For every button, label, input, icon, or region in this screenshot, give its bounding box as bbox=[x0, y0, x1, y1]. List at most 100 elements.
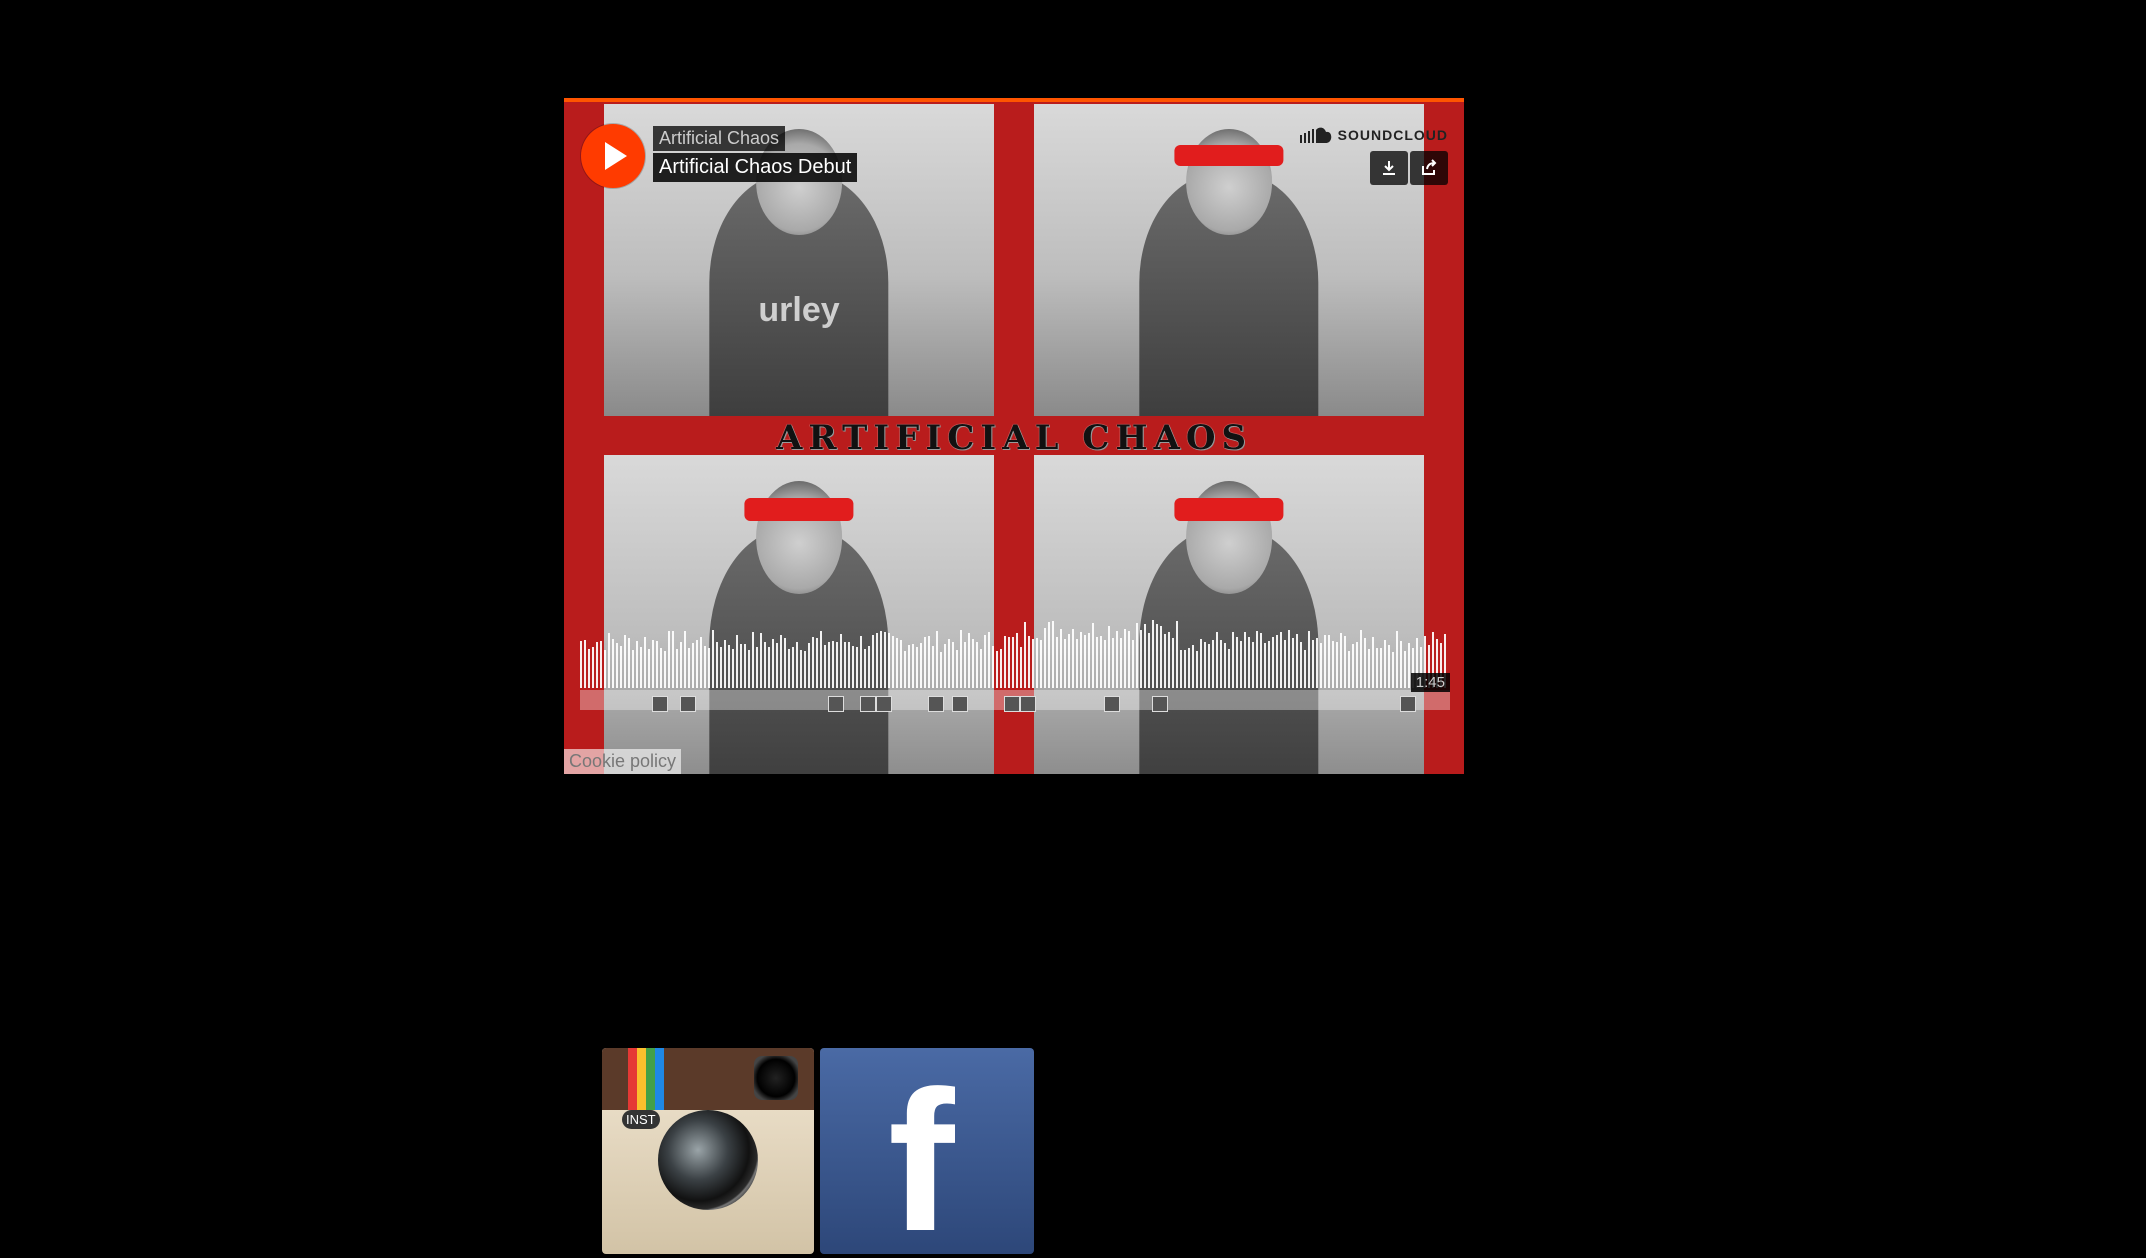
waveform-bar bbox=[728, 645, 730, 688]
waveform-bar bbox=[1172, 638, 1174, 688]
waveform-bar bbox=[1268, 641, 1270, 688]
waveform-bar bbox=[884, 632, 886, 688]
waveform-bar bbox=[636, 641, 638, 688]
waveform-bar bbox=[584, 640, 586, 688]
waveform-bar bbox=[1100, 636, 1102, 688]
waveform-bar bbox=[696, 640, 698, 688]
instagram-link[interactable]: INST bbox=[602, 1048, 814, 1254]
comment-avatar[interactable] bbox=[952, 696, 968, 712]
waveform-bar bbox=[1048, 622, 1050, 688]
waveform-bar bbox=[648, 649, 650, 688]
waveform-bar bbox=[948, 639, 950, 688]
waveform-bar bbox=[1320, 643, 1322, 688]
facebook-icon: f bbox=[888, 1050, 955, 1255]
waveform-bar bbox=[1196, 651, 1198, 688]
waveform-bar bbox=[1068, 634, 1070, 688]
waveform-bar bbox=[1064, 639, 1066, 688]
comment-avatar[interactable] bbox=[652, 696, 668, 712]
waveform-bar bbox=[1072, 629, 1074, 688]
waveform-bar bbox=[644, 637, 646, 688]
cover-photo-2 bbox=[1034, 104, 1424, 416]
share-icon bbox=[1422, 159, 1437, 175]
download-button[interactable] bbox=[1370, 151, 1408, 185]
waveform-bar bbox=[1176, 621, 1178, 688]
waveform-bar bbox=[712, 630, 714, 688]
waveform-bar bbox=[660, 648, 662, 688]
artist-link[interactable]: Artificial Chaos bbox=[653, 126, 786, 151]
waveform-bar bbox=[776, 643, 778, 688]
waveform-bar bbox=[1364, 638, 1366, 688]
waveform-bar bbox=[892, 636, 894, 688]
waveform-bar bbox=[856, 647, 858, 688]
waveform-bar bbox=[1248, 637, 1250, 688]
waveform-bar bbox=[1188, 648, 1190, 688]
comment-avatar[interactable] bbox=[1400, 696, 1416, 712]
waveform-bar bbox=[1352, 644, 1354, 688]
headband bbox=[1174, 144, 1284, 167]
play-button[interactable] bbox=[581, 124, 645, 188]
comment-avatar[interactable] bbox=[928, 696, 944, 712]
comment-avatar[interactable] bbox=[828, 696, 844, 712]
waveform-bar bbox=[808, 643, 810, 688]
soundcloud-logo[interactable]: SOUNDCLOUD bbox=[1299, 126, 1448, 144]
comment-avatar[interactable] bbox=[876, 696, 892, 712]
cover-band-name: ARTIFICIAL CHAOS bbox=[775, 418, 1253, 458]
waveform-bar bbox=[1120, 638, 1122, 688]
waveform-bar bbox=[1148, 633, 1150, 688]
comment-avatar[interactable] bbox=[1104, 696, 1120, 712]
waveform-bar bbox=[928, 636, 930, 688]
waveform-bar bbox=[1140, 630, 1142, 688]
waveform-bar bbox=[1124, 629, 1126, 688]
track-title-link[interactable]: Artificial Chaos Debut bbox=[653, 153, 858, 182]
waveform-bar bbox=[1152, 620, 1154, 688]
waveform-bar bbox=[1252, 642, 1254, 688]
waveform-bar bbox=[1292, 638, 1294, 688]
waveform-bar bbox=[732, 649, 734, 688]
waveform-bar bbox=[1228, 649, 1230, 688]
waveform-bar bbox=[1400, 641, 1402, 688]
instagram-viewfinder bbox=[754, 1056, 798, 1100]
cookie-policy-link[interactable]: Cookie policy bbox=[564, 749, 682, 774]
waveform[interactable] bbox=[580, 618, 1450, 688]
waveform-bar bbox=[1304, 650, 1306, 688]
waveform-bar bbox=[1112, 638, 1114, 688]
headband bbox=[744, 497, 854, 521]
waveform-bar bbox=[600, 641, 602, 688]
play-icon bbox=[605, 142, 627, 170]
waveform-bar bbox=[1028, 636, 1030, 688]
waveform-bar bbox=[864, 649, 866, 688]
comment-avatar[interactable] bbox=[1020, 696, 1036, 712]
waveform-bar bbox=[1308, 631, 1310, 688]
waveform-bar bbox=[868, 646, 870, 688]
waveform-bar bbox=[1184, 650, 1186, 688]
waveform-bar bbox=[1160, 626, 1162, 688]
waveform-bar bbox=[1024, 622, 1026, 688]
facebook-link[interactable]: f bbox=[820, 1048, 1034, 1254]
waveform-bar bbox=[872, 635, 874, 688]
waveform-bar bbox=[1204, 642, 1206, 688]
share-button[interactable] bbox=[1410, 151, 1448, 185]
waveform-bar bbox=[1200, 639, 1202, 688]
comment-avatar[interactable] bbox=[1004, 696, 1020, 712]
comment-avatar[interactable] bbox=[680, 696, 696, 712]
waveform-bar bbox=[1092, 623, 1094, 688]
waveform-bar bbox=[920, 643, 922, 688]
waveform-bar bbox=[1000, 649, 1002, 688]
waveform-bar bbox=[1284, 640, 1286, 688]
waveform-bar bbox=[1104, 640, 1106, 688]
comment-avatar[interactable] bbox=[860, 696, 876, 712]
waveform-bar bbox=[876, 633, 878, 688]
waveform-bar bbox=[992, 646, 994, 688]
waveform-bar bbox=[1216, 632, 1218, 688]
waveform-bar bbox=[1060, 629, 1062, 688]
waveform-bar bbox=[1096, 637, 1098, 688]
waveform-bar bbox=[764, 642, 766, 688]
waveform-bar bbox=[880, 631, 882, 688]
waveform-bar bbox=[936, 631, 938, 688]
waveform-bar bbox=[592, 647, 594, 688]
waveform-bar bbox=[1260, 633, 1262, 688]
comment-avatar[interactable] bbox=[1152, 696, 1168, 712]
waveform-bar bbox=[692, 643, 694, 688]
waveform-bar bbox=[1116, 631, 1118, 688]
waveform-bar bbox=[1224, 643, 1226, 688]
